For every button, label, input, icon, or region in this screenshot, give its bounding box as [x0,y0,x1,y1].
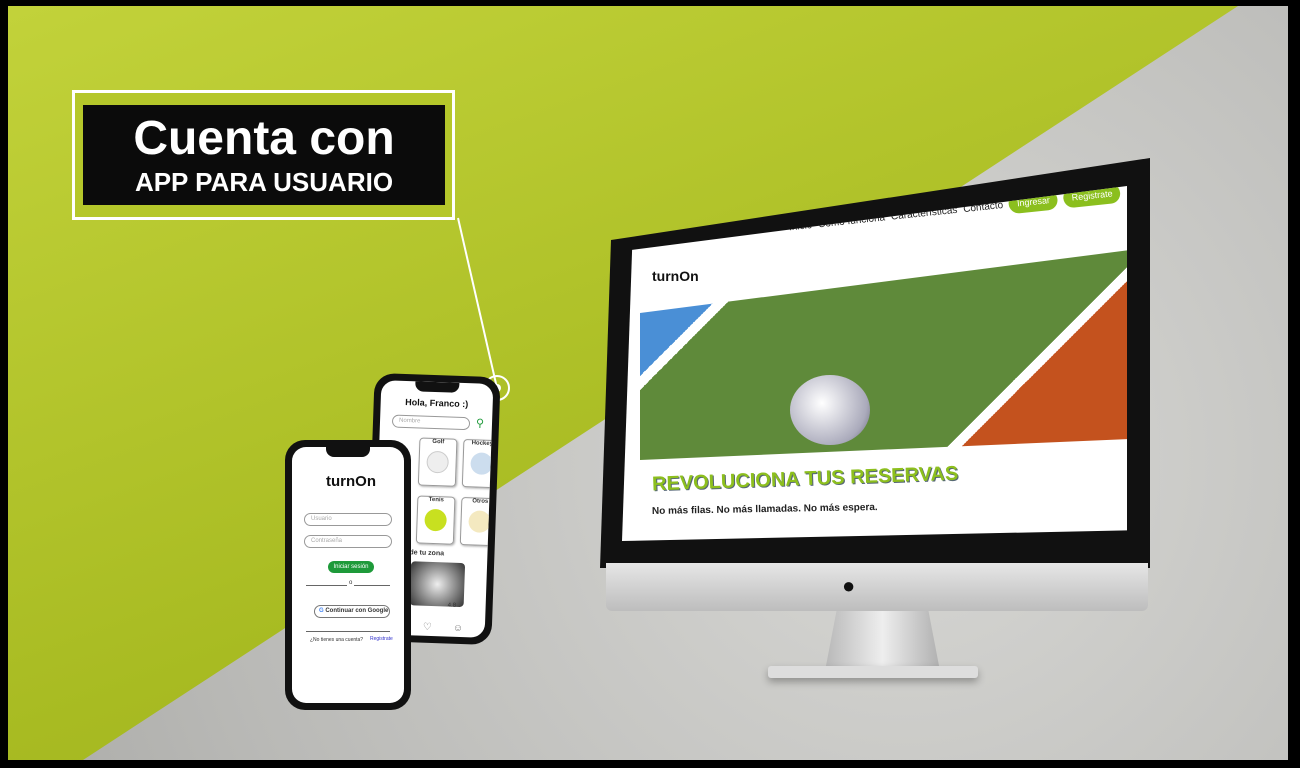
divider-text: o [347,580,355,586]
user-icon[interactable]: ☺ [453,623,464,634]
greeting: Hola, Franco :) [405,396,469,410]
search-input[interactable]: Nombre [391,414,471,431]
register-link[interactable]: Registrate [370,636,393,642]
category-golf[interactable]: Golf [417,437,458,487]
promo-frame: Cuenta con APP PARA USUARIO Inicio Como … [8,6,1288,760]
login-button[interactable]: Iniciar sesión [328,561,374,573]
category-otros[interactable]: Otros [459,496,494,547]
password-input[interactable]: Contraseña [304,535,392,548]
headline: REVOLUCIONA TUS RESERVAS [651,462,959,496]
soccer-ball [790,375,870,445]
monitor-base [768,666,978,678]
category-tenis[interactable]: Tenis [415,495,456,545]
hero-image [640,250,1127,460]
phone-login: turnOn Usuario Contraseña Iniciar sesión… [285,440,411,710]
venue-card[interactable] [409,561,466,608]
search-icon[interactable]: ⚲ [476,416,485,429]
rating: 4.8 [447,602,457,609]
username-input[interactable]: Usuario [304,513,392,526]
google-login-button[interactable]: G Continuar con Google [314,605,390,618]
subheadline: No más filas. No más llamadas. No más es… [651,502,878,517]
imac-mockup: Inicio Como funciona Características Con… [600,158,1150,688]
monitor-stand [825,611,940,671]
no-account-text: ¿No tienes una cuenta? [310,637,364,643]
app-logo: turnOn [326,473,376,490]
section-title: de tu zona [409,549,445,558]
apple-logo-icon: ● [842,573,856,598]
heart-icon[interactable]: ♡ [423,622,432,633]
category-hockey[interactable]: Hockey [461,439,494,489]
website-logo: turnOn [652,268,699,284]
